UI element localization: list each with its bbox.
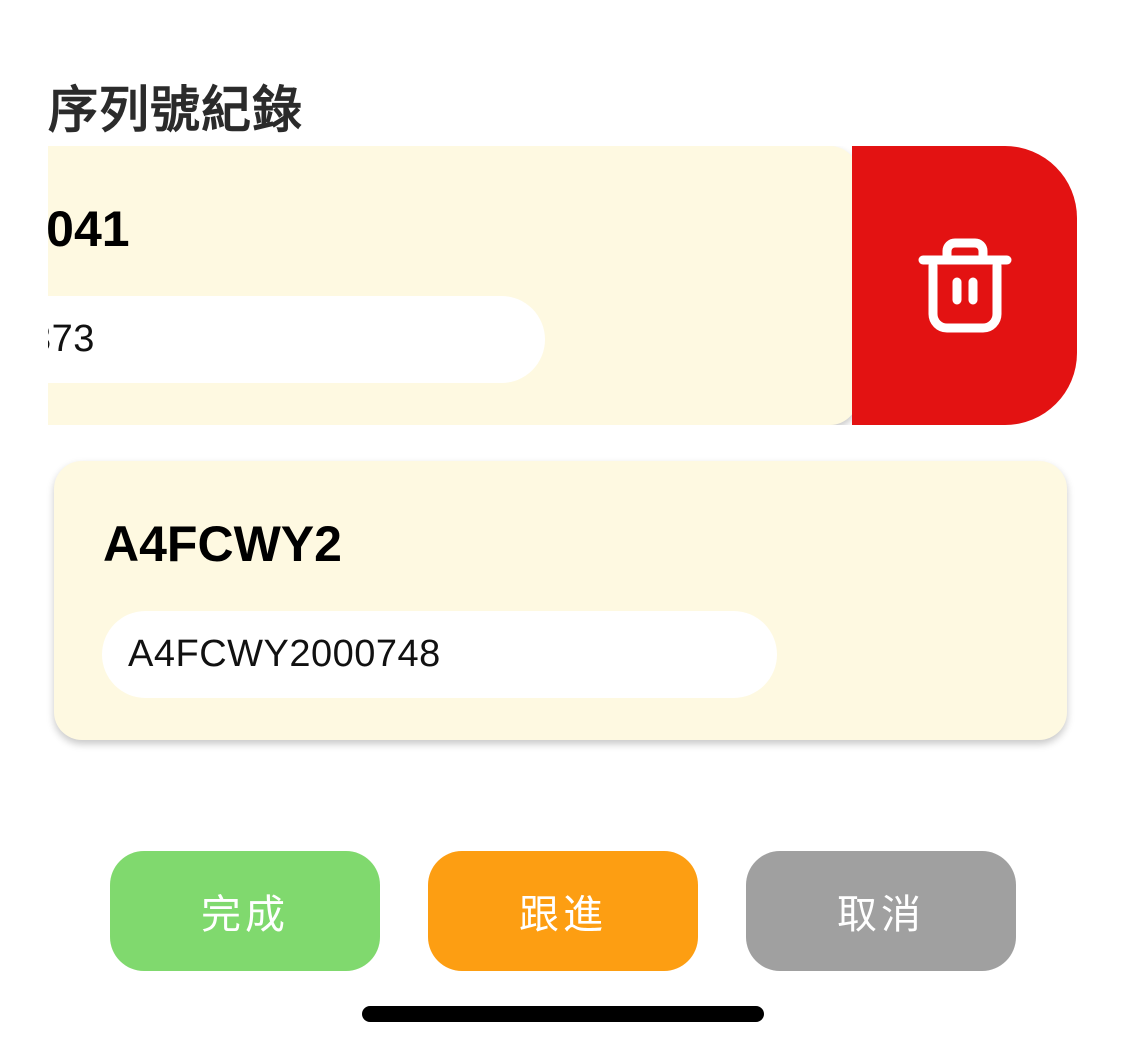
record-card[interactable]: A41000041 A41000373 bbox=[48, 146, 858, 425]
serial-value: A41000373 bbox=[48, 318, 95, 360]
serial-field[interactable]: A41000373 bbox=[48, 296, 545, 383]
cancel-button[interactable]: 取消 bbox=[746, 851, 1016, 971]
delete-button[interactable] bbox=[852, 146, 1077, 425]
follow-up-button[interactable]: 跟進 bbox=[428, 851, 698, 971]
section-title: 序列號紀錄 bbox=[48, 81, 303, 139]
record-card[interactable]: A4FCWY2 A4FCWY2000748 bbox=[54, 461, 1067, 740]
swipe-row[interactable]: A41000041 A41000373 bbox=[48, 146, 1077, 425]
serial-field[interactable]: A4FCWY2000748 bbox=[102, 611, 777, 698]
serial-value: A4FCWY2000748 bbox=[128, 633, 441, 675]
trash-icon bbox=[918, 238, 1011, 332]
record-title: A41000041 bbox=[48, 201, 130, 257]
home-indicator[interactable] bbox=[362, 1006, 764, 1022]
done-button[interactable]: 完成 bbox=[110, 851, 380, 971]
record-title: A4FCWY2 bbox=[103, 516, 342, 572]
